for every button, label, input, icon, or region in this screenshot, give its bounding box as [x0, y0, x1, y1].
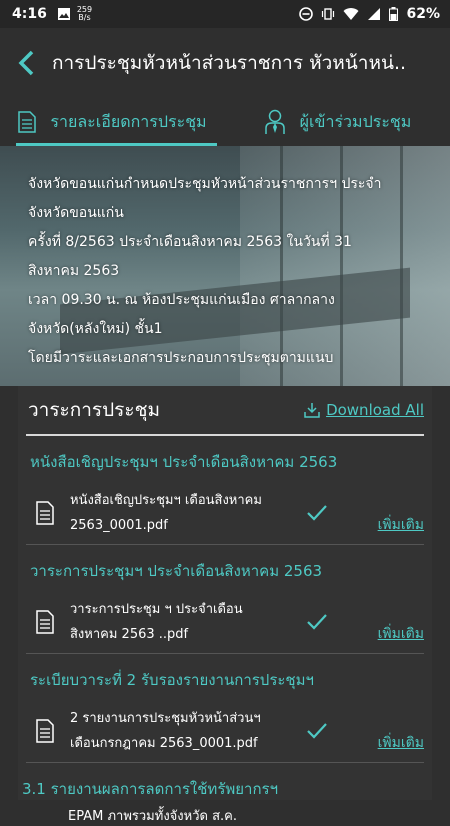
check-icon — [307, 614, 327, 630]
tab-participants-label: ผู้เข้าร่วมประชุม — [299, 111, 412, 131]
wifi-icon — [343, 8, 359, 20]
file-row[interactable]: 2 รายงานการประชุมหัวหน้าส่วนฯ เดือนกรกฎาค… — [26, 700, 424, 762]
agenda-item-title: วาระการประชุมฯ ประจำเดือนสิงหาคม 2563 — [30, 562, 323, 580]
more-link[interactable]: เพิ่มเติม — [378, 732, 424, 754]
status-bar: 4:16 259 B/s 62% — [0, 0, 450, 28]
signal-icon — [368, 8, 381, 20]
file-name: EPAM ภาพรวมทั้งจังหวัด ส.ค. — [68, 809, 237, 824]
tab-meeting-details[interactable]: รายละเอียดการประชุม — [0, 98, 225, 146]
tab-bar: รายละเอียดการประชุม ผู้เข้าร่วมประชุม — [0, 98, 450, 146]
person-tie-icon — [264, 109, 285, 134]
agenda-item-title: ระเบียบวาระที่ 2 รับรองรายงานการประชุมฯ — [30, 671, 314, 689]
file-name: หนังสือเชิญประชุมฯ เดือนสิงหาคม 2563_0001… — [70, 493, 262, 533]
chevron-left-icon — [18, 50, 34, 76]
document-icon — [18, 111, 37, 133]
check-icon — [307, 505, 327, 521]
tab-meeting-details-label: รายละเอียดการประชุม — [50, 111, 207, 131]
file-icon — [36, 610, 54, 634]
agenda-panel: วาระการประชุม Download All หนังสือเชิญปร… — [18, 386, 432, 824]
vibrate-icon — [322, 8, 335, 20]
do-not-disturb-icon — [299, 7, 314, 21]
status-time: 4:16 — [12, 6, 47, 22]
file-icon — [36, 719, 54, 743]
agenda-title: วาระการประชุม — [28, 399, 161, 421]
download-all-button[interactable]: Download All — [304, 401, 424, 419]
page-title: การประชุมหัวหน้าส่วนราชการ หัวหน้าหน่.. — [52, 52, 407, 74]
app-bar: การประชุมหัวหน้าส่วนราชการ หัวหน้าหน่.. — [0, 28, 450, 98]
back-button[interactable] — [6, 43, 46, 83]
download-icon — [304, 403, 320, 418]
meeting-description-banner: จังหวัดขอนแก่นกำหนดประชุมหัวหน้าส่วนราชก… — [0, 146, 450, 386]
file-row[interactable]: วาระการประชุม ฯ ประจำเดือน สิงหาคม 2563 .… — [26, 591, 424, 653]
file-name: 2 รายงานการประชุมหัวหน้าส่วนฯ เดือนกรกฎาค… — [70, 711, 261, 751]
battery-level: 62% — [406, 6, 440, 22]
tab-participants[interactable]: ผู้เข้าร่วมประชุม — [225, 98, 450, 146]
battery-icon — [389, 7, 399, 21]
agenda-item: หนังสือเชิญประชุมฯ ประจำเดือนสิงหาคม 256… — [26, 436, 424, 545]
more-link[interactable]: เพิ่มเติม — [378, 623, 424, 645]
network-speed: 259 B/s — [76, 5, 93, 22]
meeting-description: จังหวัดขอนแก่นกำหนดประชุมหัวหน้าส่วนราชก… — [28, 176, 382, 366]
agenda-header: วาระการประชุม Download All — [26, 386, 424, 436]
more-link[interactable]: เพิ่มเติม — [378, 514, 424, 536]
agenda-item: ระเบียบวาระที่ 2 รับรองรายงานการประชุมฯ … — [26, 654, 424, 763]
file-icon — [36, 501, 54, 525]
agenda-item-title: 3.1 รายงานผลการลดการใช้ทรัพยากรฯ — [22, 780, 279, 798]
file-row[interactable]: หนังสือเชิญประชุมฯ เดือนสิงหาคม 2563_0001… — [26, 482, 424, 544]
image-icon — [57, 8, 70, 20]
agenda-item-title: หนังสือเชิญประชุมฯ ประจำเดือนสิงหาคม 256… — [30, 453, 338, 471]
file-name: วาระการประชุม ฯ ประจำเดือน สิงหาคม 2563 .… — [70, 602, 243, 642]
check-icon — [307, 723, 327, 739]
agenda-item: วาระการประชุมฯ ประจำเดือนสิงหาคม 2563 วา… — [26, 545, 424, 654]
